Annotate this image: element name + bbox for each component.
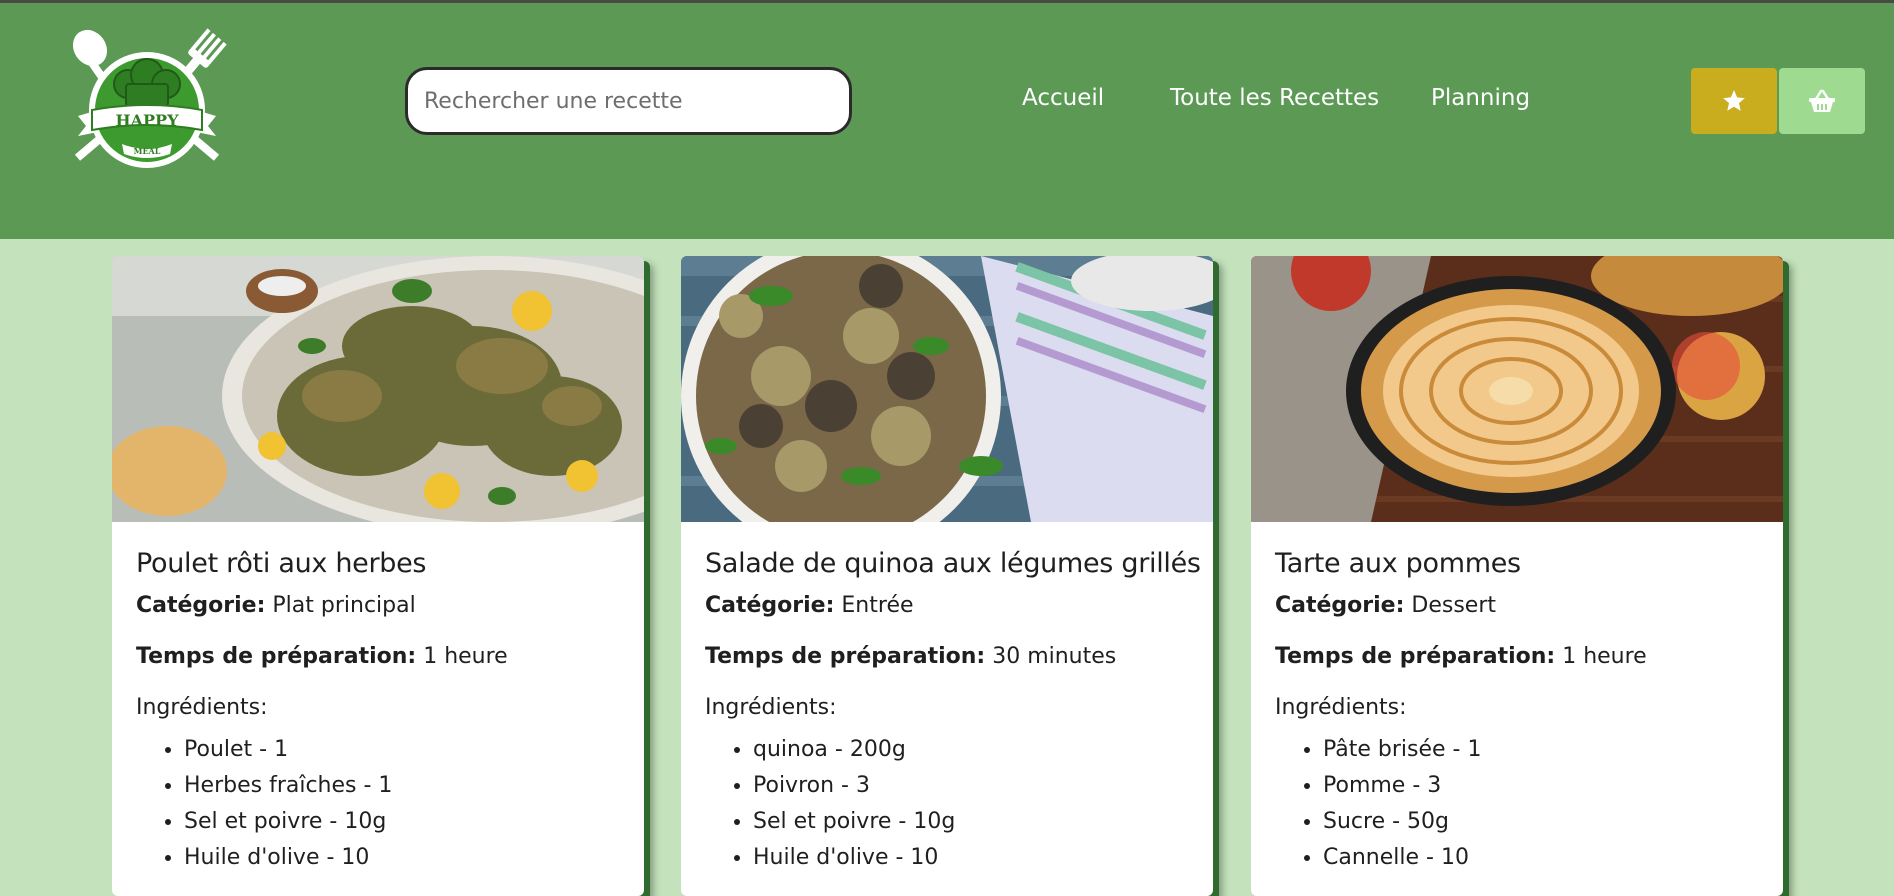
recipe-title: Salade de quinoa aux légumes grillés bbox=[705, 548, 1201, 579]
recipe-title: Poulet rôti aux herbes bbox=[136, 548, 427, 579]
ingredients-label: Ingrédients: bbox=[136, 695, 268, 720]
recipe-category: Catégorie: Plat principal bbox=[136, 593, 416, 618]
list-item: Sucre - 50g bbox=[1323, 804, 1759, 840]
list-item: Huile d'olive - 10 bbox=[753, 840, 1189, 876]
list-item: Sel et poivre - 10g bbox=[184, 804, 620, 840]
favorites-button[interactable] bbox=[1691, 68, 1777, 134]
cart-button[interactable] bbox=[1779, 68, 1865, 134]
happy-meal-logo-icon: HAPPY MEAL bbox=[72, 28, 227, 168]
ingredients-list: Poulet - 1 Herbes fraîches - 1 Sel et po… bbox=[136, 732, 620, 876]
recipe-image-poulet bbox=[112, 256, 644, 522]
recipe-title: Tarte aux pommes bbox=[1275, 548, 1521, 579]
nav-accueil[interactable]: Accueil bbox=[1022, 85, 1104, 111]
recipe-card[interactable]: Poulet rôti aux herbes Catégorie: Plat p… bbox=[112, 256, 644, 896]
recipe-card[interactable]: Salade de quinoa aux légumes grillés Cat… bbox=[681, 256, 1213, 896]
recipe-prep-time: Temps de préparation: 1 heure bbox=[1275, 644, 1647, 669]
list-item: Poivron - 3 bbox=[753, 768, 1189, 804]
recipe-image-tarte bbox=[1251, 256, 1783, 522]
ingredients-label: Ingrédients: bbox=[705, 695, 837, 720]
recipe-category: Catégorie: Entrée bbox=[705, 593, 914, 618]
nav-toutes-recettes[interactable]: Toute les Recettes bbox=[1170, 85, 1379, 111]
list-item: Huile d'olive - 10 bbox=[184, 840, 620, 876]
list-item: Pâte brisée - 1 bbox=[1323, 732, 1759, 768]
recipe-prep-time: Temps de préparation: 30 minutes bbox=[705, 644, 1117, 669]
ingredients-list: Pâte brisée - 1 Pomme - 3 Sucre - 50g Ca… bbox=[1275, 732, 1759, 876]
list-item: Poulet - 1 bbox=[184, 732, 620, 768]
recipe-category: Catégorie: Dessert bbox=[1275, 593, 1497, 618]
ingredients-label: Ingrédients: bbox=[1275, 695, 1407, 720]
list-item: quinoa - 200g bbox=[753, 732, 1189, 768]
ingredients-list: quinoa - 200g Poivron - 3 Sel et poivre … bbox=[705, 732, 1189, 876]
logo-text: HAPPY bbox=[115, 111, 179, 130]
star-icon bbox=[1723, 90, 1745, 111]
recipe-card[interactable]: Tarte aux pommes Catégorie: Dessert Temp… bbox=[1251, 256, 1783, 896]
basket-icon bbox=[1809, 89, 1835, 112]
list-item: Pomme - 3 bbox=[1323, 768, 1759, 804]
recipe-image-salade bbox=[681, 256, 1213, 522]
logo-subtext: MEAL bbox=[134, 146, 161, 156]
search-input[interactable] bbox=[405, 67, 852, 135]
list-item: Cannelle - 10 bbox=[1323, 840, 1759, 876]
site-header: HAPPY MEAL Accueil Toute les Recettes Pl… bbox=[0, 3, 1894, 239]
list-item: Sel et poivre - 10g bbox=[753, 804, 1189, 840]
recipe-prep-time: Temps de préparation: 1 heure bbox=[136, 644, 508, 669]
nav-planning[interactable]: Planning bbox=[1431, 85, 1530, 111]
list-item: Herbes fraîches - 1 bbox=[184, 768, 620, 804]
logo[interactable]: HAPPY MEAL bbox=[64, 26, 230, 174]
